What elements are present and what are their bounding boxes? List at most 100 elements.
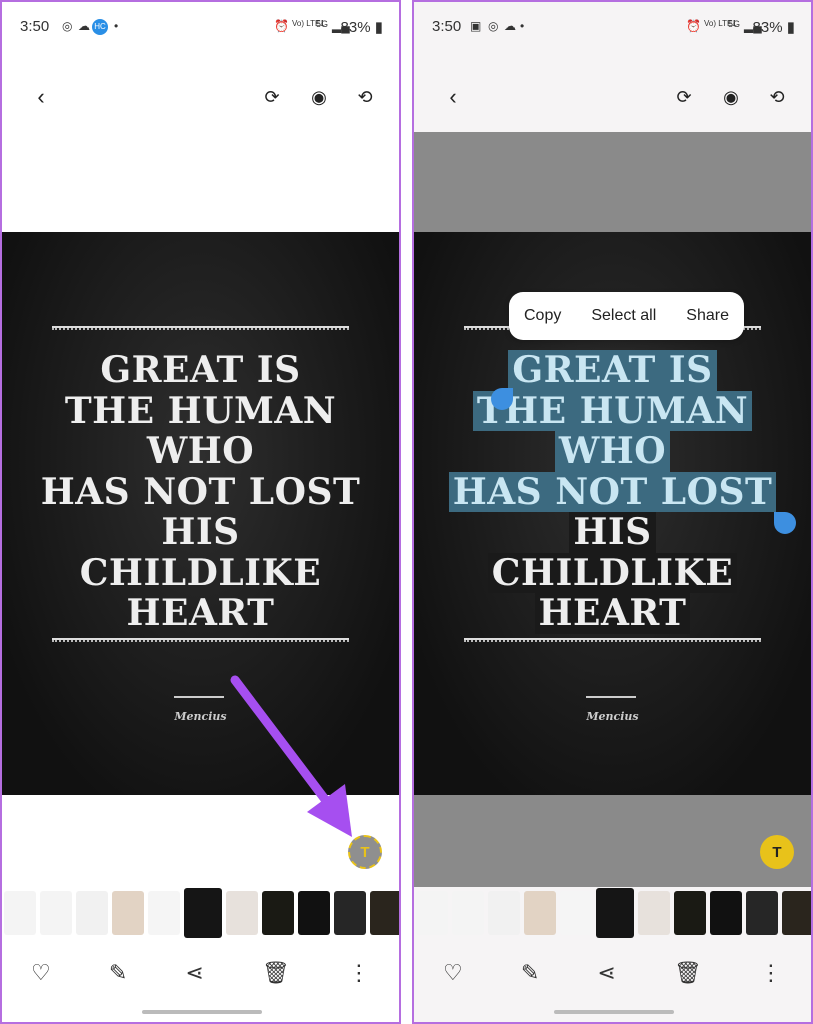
alarm-icon: ⏰ [274,19,289,33]
text-icon: T [772,843,782,861]
thumbnail[interactable] [524,891,556,935]
decorative-rule [52,326,349,330]
motion-photo-icon[interactable]: ⟳ [257,82,287,112]
thumbnail[interactable] [262,891,294,935]
thumbnail[interactable] [416,891,448,935]
favorite-button[interactable]: ♡ [31,960,51,986]
weather-icon: ☁ [504,19,516,33]
eye-icon[interactable]: ◉ [716,82,746,112]
rotate-icon[interactable]: ⟲ [350,82,380,112]
network-label: 5G [316,19,329,29]
more-options-button[interactable]: ⋮ [760,960,782,986]
thumbnail[interactable] [674,891,706,935]
status-bar: 3:50 ▣ ◎ ☁ • ⏰ Vo) LTE1 5G ▂▄ 83% ▮ [414,16,811,38]
train-icon [174,684,224,698]
edit-button[interactable]: ✎ [109,960,127,986]
quote-line: THE HUMAN [64,389,337,432]
gallery-icon: ▣ [470,19,482,33]
thumbnail[interactable] [638,891,670,935]
thumbnail[interactable] [40,891,72,935]
text-icon: T [360,843,370,861]
battery-level: 83% [340,19,371,36]
thumbnail[interactable] [112,891,144,935]
battery: 83% ▮ [340,19,383,36]
selected-text-line[interactable]: THE HUMAN [472,390,753,431]
select-all-button[interactable]: Select all [591,307,656,325]
decorative-rule [464,638,761,642]
signature: Mencius [586,710,639,723]
rotate-icon[interactable]: ⟲ [762,82,792,112]
thumbnail[interactable] [184,888,222,938]
quote-line: WHO [146,430,255,472]
thumbnail[interactable] [334,891,366,935]
right-screenshot: 3:50 ▣ ◎ ☁ • ⏰ Vo) LTE1 5G ▂▄ 83% ▮ ‹ ⟳ … [412,0,813,1024]
thumbnail[interactable] [148,891,180,935]
text-extract-button[interactable]: T [348,835,382,869]
bottom-toolbar: ♡ ✎ ⋖ 🗑 ⋮ [2,960,399,986]
delete-button[interactable]: 🗑 [674,960,702,986]
share-button[interactable]: ⋖ [185,960,203,986]
thumbnail[interactable] [560,891,592,935]
quote-line: HIS [161,511,240,553]
eye-icon[interactable]: ◉ [304,82,334,112]
dim-overlay [414,795,811,887]
thumbnail[interactable] [298,891,330,935]
thumbnail[interactable] [710,891,742,935]
thumbnail-strip[interactable] [414,888,811,938]
quote-text[interactable]: GREAT IS THE HUMAN WHO HAS NOT LOST HIS … [414,350,811,634]
train-icon [586,684,636,698]
more-options-button[interactable]: ⋮ [348,960,370,986]
thumbnail[interactable] [746,891,778,935]
delete-button[interactable]: 🗑 [262,960,290,986]
battery: 83% ▮ [752,19,795,36]
thumbnail[interactable] [226,891,258,935]
motion-photo-icon[interactable]: ⟳ [669,82,699,112]
selected-text-line[interactable]: WHO [554,431,671,472]
dot-icon: • [520,19,525,33]
thumbnail[interactable] [782,891,811,935]
instagram-icon: ◎ [62,19,73,33]
quote-text: GREAT IS THE HUMAN WHO HAS NOT LOST HIS … [2,350,399,634]
thumbnail[interactable] [4,891,36,935]
thumbnail[interactable] [488,891,520,935]
text-line[interactable]: HIS [569,512,656,553]
weather-icon: ☁ [78,19,90,33]
text-extract-button[interactable]: T [760,835,794,869]
arrow-annotation [230,675,352,837]
alarm-icon: ⏰ [686,19,701,33]
text-line[interactable]: CHILDLIKE [487,552,738,593]
clock: 3:50 [432,18,462,35]
favorite-button[interactable]: ♡ [443,960,463,986]
copy-button[interactable]: Copy [524,307,561,325]
text-line[interactable]: HEART [534,593,691,634]
instagram-icon: ◎ [488,19,499,33]
thumbnail[interactable] [370,891,399,935]
network-label: 5G [728,19,741,29]
back-button[interactable]: ‹ [438,82,468,112]
quote-line: HAS NOT LOST [40,470,361,513]
share-text-button[interactable]: Share [686,307,729,325]
back-button[interactable]: ‹ [26,82,56,112]
home-indicator [142,1010,262,1014]
thumbnail-strip[interactable] [2,888,399,938]
thumbnail[interactable] [596,888,634,938]
left-screenshot: 3:50 ◎ ☁ HC • ⏰ Vo) LTE1 5G ▂▄ 83% ▮ ‹ ⟳… [0,0,401,1024]
dim-overlay [414,132,811,232]
decorative-rule [52,638,349,642]
battery-level: 83% [752,19,783,36]
home-indicator [554,1010,674,1014]
quote-line: CHILDLIKE [79,551,322,594]
app-notification-icon: HC [92,19,108,35]
text-context-menu: Copy Select all Share [509,292,744,340]
edit-button[interactable]: ✎ [521,960,539,986]
status-bar: 3:50 ◎ ☁ HC • ⏰ Vo) LTE1 5G ▂▄ 83% ▮ [2,16,399,38]
selected-text-line[interactable]: HAS NOT LOST [448,471,777,512]
selection-start-handle[interactable] [491,388,513,410]
selection-end-handle[interactable] [774,512,796,534]
dot-icon: • [114,19,119,33]
thumbnail[interactable] [452,891,484,935]
thumbnail[interactable] [76,891,108,935]
selected-text-line[interactable]: GREAT IS [508,350,717,391]
share-button[interactable]: ⋖ [597,960,615,986]
quote-line: GREAT IS [100,349,301,391]
